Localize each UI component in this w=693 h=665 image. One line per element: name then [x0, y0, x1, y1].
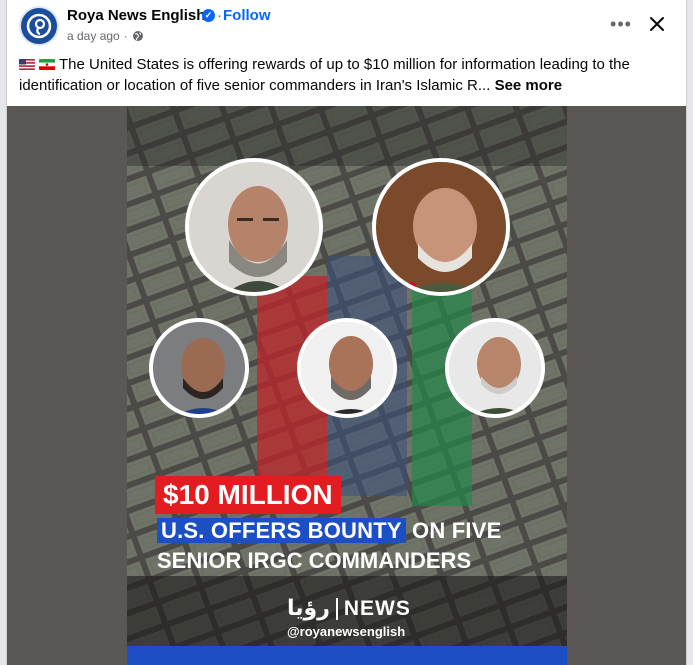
post-meta: a day ago · — [67, 29, 144, 43]
page-avatar[interactable] — [19, 6, 59, 46]
commander-portrait-3 — [149, 318, 249, 418]
commander-portrait-4 — [297, 318, 397, 418]
post-card: Roya News English ✓ · Follow a day ago ·… — [6, 0, 687, 665]
time-separator: · — [123, 29, 128, 43]
roya-news-logo: رؤيا NEWS — [287, 596, 411, 621]
name-separator: · — [217, 7, 222, 24]
more-options-button[interactable]: ••• — [607, 10, 635, 38]
logo-divider — [335, 597, 338, 620]
commander-portrait-2 — [372, 158, 510, 296]
logo-news-text: NEWS — [343, 596, 411, 620]
post-caption: The United States is offering rewards of… — [19, 54, 669, 96]
iran-flag-icon — [39, 59, 55, 70]
verified-badge-icon: ✓ — [202, 9, 215, 22]
bounty-poster: $10 MILLION U.S. OFFERS BOUNTY ON FIVE S… — [127, 106, 567, 665]
us-flag-icon — [19, 59, 35, 70]
close-button[interactable] — [643, 10, 671, 38]
social-handle: @royanewsenglish — [287, 624, 406, 639]
poster-bottom-bar — [127, 646, 567, 665]
headline-line-3: SENIOR IRGC COMMANDERS — [157, 548, 472, 573]
close-icon — [650, 17, 664, 31]
commander-portrait-1 — [185, 158, 323, 296]
logo-arabic-mark: رؤيا — [287, 596, 330, 621]
timestamp-link[interactable]: a day ago — [67, 29, 120, 43]
headline-highlight: U.S. OFFERS BOUNTY — [157, 518, 406, 543]
see-more-link[interactable]: See more — [495, 77, 563, 94]
page-name-link[interactable]: Roya News English — [67, 7, 205, 24]
commander-portrait-5 — [445, 318, 545, 418]
roya-logo-icon — [26, 13, 52, 39]
globe-icon[interactable] — [132, 30, 144, 42]
post-image[interactable]: $10 MILLION U.S. OFFERS BOUNTY ON FIVE S… — [7, 106, 686, 665]
follow-button[interactable]: Follow — [223, 7, 271, 24]
headline-rest: ON FIVE — [405, 518, 502, 543]
more-options-icon: ••• — [610, 13, 632, 34]
headline-line-2: U.S. OFFERS BOUNTY ON FIVE — [157, 518, 501, 544]
bounty-amount: $10 MILLION — [155, 476, 341, 514]
